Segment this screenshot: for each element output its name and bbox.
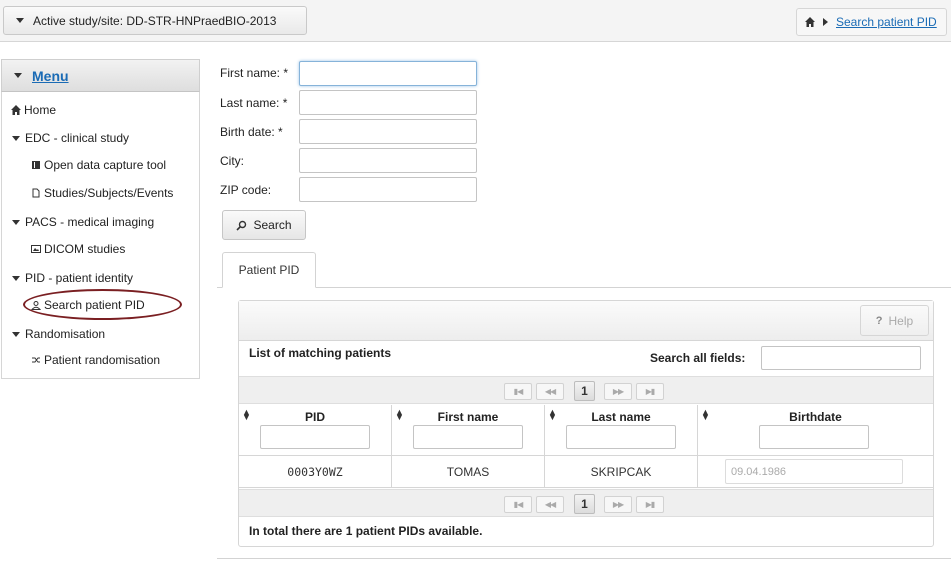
column-header-pid[interactable]: ▲ ▼ PID bbox=[239, 405, 392, 456]
sidebar-item-label: Home bbox=[24, 103, 57, 117]
sidebar-item-label: Studies/Subjects/Events bbox=[44, 186, 174, 200]
sidebar-group-pacs[interactable]: PACS - medical imaging bbox=[12, 215, 154, 229]
sidebar-item-open-data-capture[interactable]: Open data capture tool bbox=[31, 158, 166, 172]
first-name-cell: TOMAS bbox=[392, 456, 545, 488]
sidebar-item-studies-subjects-events[interactable]: Studies/Subjects/Events bbox=[31, 186, 173, 200]
sidebar-item-label: Randomisation bbox=[25, 327, 106, 341]
chevron-down-icon bbox=[12, 331, 20, 337]
paginator-bottom: ▮◀ ◀◀ 1 ▶▶ ▶▮ bbox=[239, 489, 933, 517]
panel-toolbar bbox=[239, 301, 933, 341]
sidebar-item-search-patient-pid[interactable]: Search patient PID bbox=[31, 298, 145, 312]
next-page-button[interactable]: ▶▶ bbox=[604, 496, 632, 513]
birth-date-label: Birth date: * bbox=[220, 125, 283, 139]
first-page-button[interactable]: ▮◀ bbox=[504, 383, 532, 400]
home-icon bbox=[11, 105, 21, 115]
first-name-filter-input[interactable] bbox=[413, 425, 523, 449]
column-title: Last name bbox=[591, 410, 651, 424]
zip-code-field[interactable] bbox=[299, 177, 477, 202]
column-title: PID bbox=[304, 410, 325, 424]
sidebar-item-home[interactable]: Home bbox=[11, 103, 56, 117]
last-name-field[interactable] bbox=[299, 90, 477, 115]
sidebar-group-randomisation[interactable]: Randomisation bbox=[12, 327, 105, 341]
column-header-first-name[interactable]: ▲ ▼ First name bbox=[392, 405, 545, 456]
breadcrumb-link-search-patient-pid[interactable]: Search patient PID bbox=[836, 15, 937, 29]
menu-title[interactable]: Menu bbox=[32, 68, 69, 84]
home-icon[interactable] bbox=[805, 17, 815, 27]
page-number-button[interactable]: 1 bbox=[574, 494, 595, 514]
birth-date-field[interactable] bbox=[299, 119, 477, 144]
last-page-button[interactable]: ▶▮ bbox=[636, 496, 664, 513]
total-count-text: In total there are 1 patient PIDs availa… bbox=[249, 524, 483, 538]
chevron-down-icon bbox=[12, 219, 20, 225]
first-page-button[interactable]: ▮◀ bbox=[504, 496, 532, 513]
sidebar-group-pid[interactable]: PID - patient identity bbox=[12, 271, 133, 285]
column-header-last-name[interactable]: ▲ ▼ Last name bbox=[545, 405, 698, 456]
image-icon bbox=[31, 245, 41, 253]
user-icon bbox=[31, 301, 41, 310]
city-field[interactable] bbox=[299, 148, 477, 173]
last-name-cell: SKRIPCAK bbox=[545, 456, 698, 488]
menu-header[interactable]: Menu bbox=[1, 59, 200, 92]
search-button[interactable]: Search bbox=[222, 210, 306, 240]
pid-cell: 0003Y0WZ bbox=[239, 456, 392, 488]
prev-page-button[interactable]: ◀◀ bbox=[536, 496, 564, 513]
help-button-label: Help bbox=[888, 313, 914, 328]
birthdate-value: 09.04.1986 bbox=[725, 459, 903, 484]
prev-page-button[interactable]: ◀◀ bbox=[536, 383, 564, 400]
document-icon bbox=[32, 188, 40, 198]
column-title: Birthdate bbox=[789, 410, 842, 424]
city-label: City: bbox=[220, 154, 244, 168]
paginator-top: ▮◀ ◀◀ 1 ▶▶ ▶▮ bbox=[239, 376, 933, 404]
tab-label: Patient PID bbox=[238, 263, 300, 277]
page-number-button[interactable]: 1 bbox=[574, 381, 595, 401]
sidebar-item-patient-randomisation[interactable]: Patient randomisation bbox=[31, 353, 160, 367]
last-page-button[interactable]: ▶▮ bbox=[636, 383, 664, 400]
sidebar-item-label: Search patient PID bbox=[44, 298, 145, 312]
search-icon bbox=[236, 220, 247, 231]
chevron-right-icon bbox=[823, 18, 828, 26]
sidebar-group-edc[interactable]: EDC - clinical study bbox=[12, 131, 129, 145]
column-title: First name bbox=[437, 410, 499, 424]
first-name-field[interactable] bbox=[299, 61, 477, 86]
chevron-down-icon bbox=[16, 18, 24, 23]
last-name-label: Last name: * bbox=[220, 96, 288, 110]
first-name-label: First name: * bbox=[220, 66, 289, 80]
pid-filter-input[interactable] bbox=[260, 425, 370, 449]
chevron-down-icon bbox=[14, 73, 22, 78]
sidebar-item-label: DICOM studies bbox=[44, 242, 126, 256]
last-name-filter-input[interactable] bbox=[566, 425, 676, 449]
sidebar-item-label: Patient randomisation bbox=[44, 353, 161, 367]
sidebar-item-dicom-studies[interactable]: DICOM studies bbox=[31, 242, 125, 256]
search-button-label: Search bbox=[253, 218, 292, 232]
list-title: List of matching patients bbox=[249, 346, 392, 360]
sidebar-item-label: EDC - clinical study bbox=[25, 131, 130, 145]
breadcrumb: Search patient PID bbox=[796, 8, 947, 36]
sidebar-item-label: PACS - medical imaging bbox=[25, 215, 155, 229]
column-header-birthdate[interactable]: ▲ ▼ Birthdate bbox=[698, 405, 933, 456]
zip-code-label: ZIP code: bbox=[220, 183, 272, 197]
tab-bar-line bbox=[217, 287, 951, 288]
search-all-input[interactable] bbox=[761, 346, 921, 370]
search-all-label: Search all fields: bbox=[650, 351, 746, 365]
chevron-down-icon bbox=[12, 135, 20, 141]
tab-patient-pid[interactable]: Patient PID bbox=[222, 252, 316, 288]
chevron-down-icon bbox=[12, 275, 20, 281]
active-study-dropdown[interactable]: Active study/site: DD-STR-HNPraedBIO-201… bbox=[3, 6, 307, 35]
sidebar-item-label: PID - patient identity bbox=[25, 271, 134, 285]
sidebar-item-label: Open data capture tool bbox=[44, 158, 167, 172]
help-icon: ? bbox=[875, 314, 883, 327]
birthdate-filter-input[interactable] bbox=[759, 425, 869, 449]
book-icon bbox=[32, 161, 40, 169]
next-page-button[interactable]: ▶▶ bbox=[604, 383, 632, 400]
content-divider bbox=[217, 558, 951, 559]
active-study-label: Active study/site: DD-STR-HNPraedBIO-201… bbox=[33, 13, 277, 28]
help-button[interactable]: ? Help bbox=[860, 305, 929, 336]
shuffle-icon bbox=[32, 357, 40, 363]
